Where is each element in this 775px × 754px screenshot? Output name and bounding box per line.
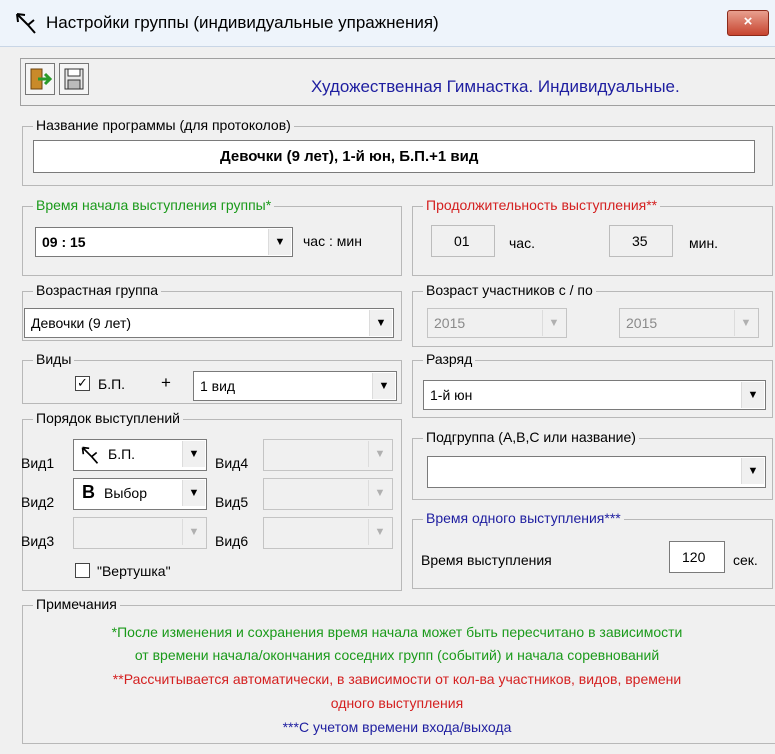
slot1-label: Вид1 <box>21 455 55 471</box>
slot2-value: Выбор <box>104 485 147 501</box>
save-button[interactable] <box>59 63 89 95</box>
types-count-select[interactable]: 1 вид ▼ <box>193 371 397 401</box>
slot5-label: Вид5 <box>215 494 249 510</box>
start-time-value: 09 : 15 <box>42 234 86 250</box>
duration-minutes-label: мин. <box>689 235 719 251</box>
age-group-legend: Возрастная группа <box>33 282 162 298</box>
chevron-down-icon[interactable]: ▼ <box>268 229 291 255</box>
slot2-label: Вид2 <box>21 494 55 510</box>
start-time-group: Время начала выступления группы* 09 : 15… <box>22 197 402 276</box>
age-group-group: Возрастная группа Девочки (9 лет) ▼ <box>22 282 402 341</box>
duration-hours-field: 01 <box>431 225 495 257</box>
gymnast-app-icon <box>16 13 36 34</box>
note-line-2: от времени начала/окончания соседних гру… <box>134 647 660 663</box>
exit-button[interactable] <box>25 63 55 95</box>
age-group-select[interactable]: Девочки (9 лет) ▼ <box>24 308 394 338</box>
slot4-label: Вид4 <box>215 455 249 471</box>
sport-title: Художественная Гимнастка. Индивидуальные… <box>311 77 680 96</box>
program-name-group: Название программы (для протоколов) Дево… <box>22 117 773 186</box>
chevron-down-icon[interactable]: ▼ <box>182 480 205 506</box>
age-range-legend: Возраст участников с / по <box>423 282 596 298</box>
slot1-select[interactable]: Б.П. ▼ <box>73 439 207 471</box>
duration-minutes-field: 35 <box>609 225 673 257</box>
chevron-down-icon: ▼ <box>734 310 757 336</box>
age-from-select: 2015 ▼ <box>427 308 567 338</box>
duration-legend: Продолжительность выступления** <box>423 197 661 213</box>
chevron-down-icon: ▼ <box>368 441 391 467</box>
note-line-3: **Рассчитывается автоматически, в зависи… <box>112 671 682 687</box>
chevron-down-icon[interactable]: ▼ <box>372 373 395 399</box>
types-count-value: 1 вид <box>200 378 236 394</box>
performance-time-legend: Время одного выступления*** <box>423 510 624 526</box>
duration-minutes-value: 35 <box>632 233 648 249</box>
age-to-value: 2015 <box>626 315 658 331</box>
program-name-input[interactable]: Девочки (9 лет), 1-й юн, Б.П.+1 вид <box>33 140 755 173</box>
performance-time-group: Время одного выступления*** Время выступ… <box>412 510 773 589</box>
age-range-group: Возраст участников с / по 2015 ▼ 2015 ▼ <box>412 282 773 347</box>
types-base-label: Б.П. <box>98 376 126 392</box>
free-exercise-icon <box>81 446 99 464</box>
chevron-down-icon[interactable]: ▼ <box>182 441 205 467</box>
rank-legend: Разряд <box>423 351 476 367</box>
slot2-select[interactable]: B Выбор ▼ <box>73 478 207 510</box>
start-time-select[interactable]: 09 : 15 ▼ <box>35 227 293 257</box>
types-plus: + <box>161 373 171 392</box>
toolbar: Художественная Гимнастка. Индивидуальные… <box>20 58 775 106</box>
chevron-down-icon: ▼ <box>368 519 391 545</box>
age-group-value: Девочки (9 лет) <box>31 315 132 331</box>
note-line-4: одного выступления <box>330 695 464 711</box>
title-bar: Настройки группы (индивидуальные упражне… <box>0 0 775 47</box>
performance-time-label: Время выступления <box>421 552 552 568</box>
slot3-select: ▼ <box>73 517 207 549</box>
window-title: Настройки группы (индивидуальные упражне… <box>46 13 439 32</box>
slot5-select: ▼ <box>263 478 393 510</box>
performance-time-value: 120 <box>682 549 706 565</box>
types-legend: Виды <box>33 351 75 367</box>
performance-time-input[interactable]: 120 <box>669 541 725 573</box>
choice-glyph: B <box>82 482 95 502</box>
chevron-down-icon: ▼ <box>368 480 391 506</box>
duration-group: Продолжительность выступления** 01 час. … <box>412 197 773 276</box>
notes-legend: Примечания <box>33 596 120 612</box>
program-name-value: Девочки (9 лет), 1-й юн, Б.П.+1 вид <box>220 148 479 165</box>
chevron-down-icon: ▼ <box>182 519 205 545</box>
spinner-checkbox[interactable] <box>75 563 90 578</box>
subgroup-group: Подгруппа (А,В,С или название) ▼ <box>412 429 773 500</box>
slot6-select: ▼ <box>263 517 393 549</box>
performance-order-legend: Порядок выступлений <box>33 410 184 426</box>
age-from-value: 2015 <box>434 315 466 331</box>
chevron-down-icon[interactable]: ▼ <box>741 382 764 408</box>
slot3-label: Вид3 <box>21 533 55 549</box>
rank-select[interactable]: 1-й юн ▼ <box>423 380 766 410</box>
duration-hours-label: час. <box>509 235 535 251</box>
settings-window: Настройки группы (индивидуальные упражне… <box>0 0 775 754</box>
performance-order-group: Порядок выступлений Вид1 Б.П. ▼ Вид4 ▼ В… <box>21 410 402 591</box>
start-time-legend: Время начала выступления группы* <box>33 197 275 213</box>
rank-value: 1-й юн <box>430 387 473 403</box>
slot4-select: ▼ <box>263 439 393 471</box>
performance-time-unit: сек. <box>733 552 758 568</box>
chevron-down-icon: ▼ <box>542 310 565 336</box>
duration-hours-value: 01 <box>454 233 470 249</box>
types-group: Виды ✓ Б.П. + 1 вид ▼ <box>22 351 402 404</box>
program-name-legend: Название программы (для протоколов) <box>33 117 294 133</box>
age-to-select: 2015 ▼ <box>619 308 759 338</box>
slot1-value: Б.П. <box>108 446 136 462</box>
floppy-disk-icon <box>64 68 84 90</box>
chevron-down-icon[interactable]: ▼ <box>369 310 392 336</box>
note-line-5: ***С учетом времени входа/выхода <box>282 719 512 735</box>
slot6-label: Вид6 <box>215 533 249 549</box>
spinner-label: "Вертушка" <box>97 563 171 579</box>
close-button[interactable]: × <box>727 10 769 36</box>
subgroup-select[interactable]: ▼ <box>427 456 766 488</box>
types-base-checkbox[interactable]: ✓ <box>75 376 90 391</box>
note-line-1: *После изменения и сохранения время нача… <box>111 624 683 640</box>
rank-group: Разряд 1-й юн ▼ <box>412 351 773 418</box>
chevron-down-icon[interactable]: ▼ <box>741 458 764 484</box>
check-mark-icon: ✓ <box>77 375 88 390</box>
exit-door-icon <box>30 68 53 90</box>
start-time-unit: час : мин <box>303 233 362 249</box>
subgroup-legend: Подгруппа (А,В,С или название) <box>423 429 639 445</box>
